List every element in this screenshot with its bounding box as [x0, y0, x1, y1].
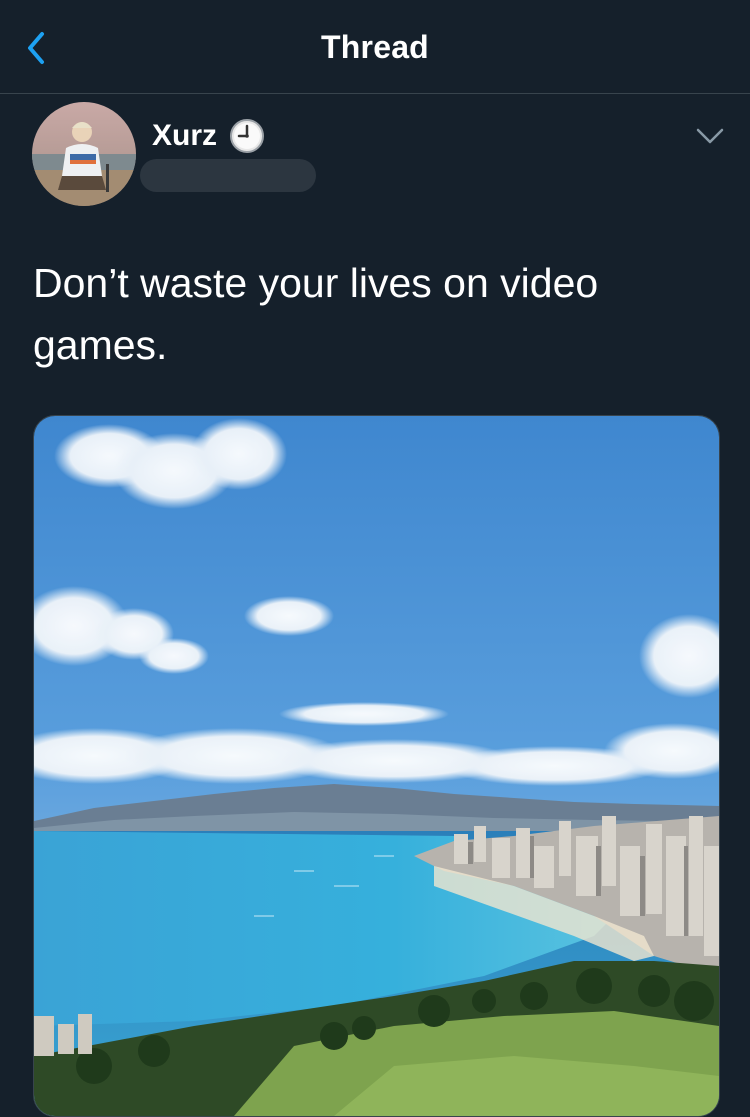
username-redacted: [140, 159, 316, 192]
chevron-down-icon: [696, 128, 724, 144]
nav-bar: Thread: [0, 0, 750, 94]
author-name[interactable]: Xurz: [152, 118, 265, 154]
clock-icon: [229, 118, 265, 154]
avatar-photo: [32, 102, 136, 206]
avatar[interactable]: [32, 102, 136, 206]
landscape-photo: [34, 416, 719, 1116]
tweet-menu-button[interactable]: [690, 120, 730, 152]
tweet-media[interactable]: [33, 415, 720, 1117]
tweet-text: Don’t waste your lives on video games.: [33, 260, 599, 368]
author-display-name: Xurz: [152, 119, 218, 152]
page-title: Thread: [321, 29, 429, 65]
